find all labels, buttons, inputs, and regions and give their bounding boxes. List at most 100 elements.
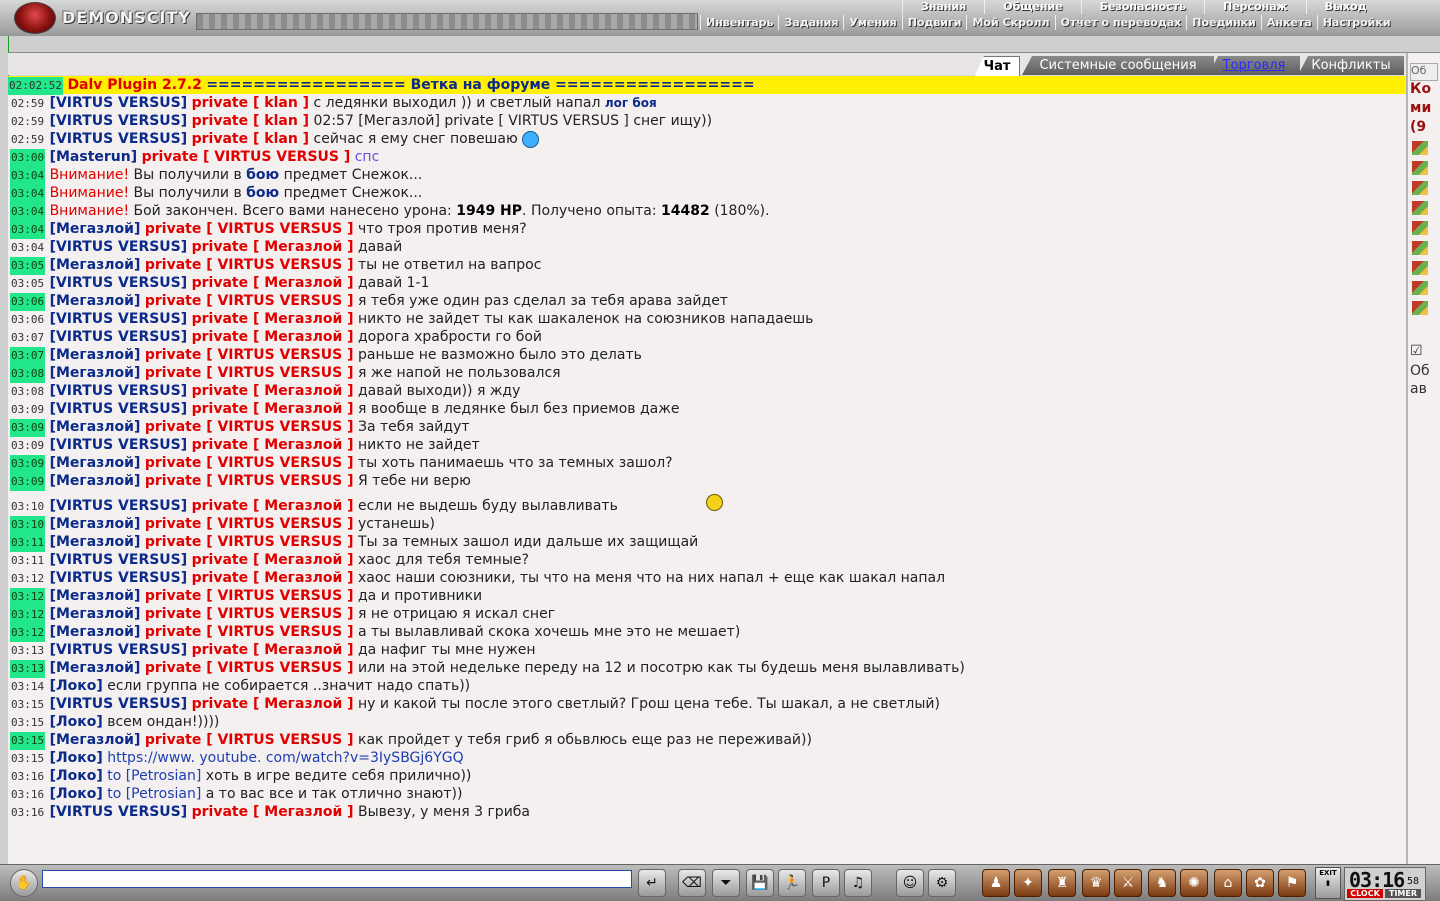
run-icon[interactable]: 🏃 (778, 869, 806, 897)
save-icon[interactable]: 💾 (746, 869, 774, 897)
tab-conflicts[interactable]: Конфликты (1298, 56, 1404, 75)
sender-name[interactable]: [Masterun] (50, 149, 138, 165)
sender-name[interactable]: [Мегазлой] (50, 516, 141, 532)
private-target[interactable]: private [ VIRTUS VERSUS ] (145, 516, 354, 532)
sound-icon[interactable]: ♫ (844, 869, 872, 897)
recipient-name[interactable]: to [Petrosian] (107, 786, 201, 802)
menu-achievements[interactable]: Подвиги (901, 15, 967, 30)
private-target[interactable]: private [ VIRTUS VERSUS ] (145, 365, 354, 381)
timer-toggle[interactable]: TIMER (1385, 889, 1421, 898)
menu-knowledge[interactable]: Знания (902, 0, 984, 14)
menu-communication[interactable]: Общение (984, 0, 1080, 14)
tab-system-messages[interactable]: Системные сообщения (1022, 56, 1214, 75)
action-8-icon[interactable]: ⌂ (1214, 869, 1242, 897)
message-link[interactable]: https://www. youtube. com/watch?v=3IySBG… (107, 750, 463, 766)
sender-name[interactable]: [Мегазлой] (50, 293, 141, 309)
player-status-icon[interactable] (1412, 201, 1428, 215)
timestamp[interactable]: 03:13 (10, 660, 46, 678)
timestamp[interactable]: 03:07 (10, 347, 46, 365)
timestamp[interactable]: 03:12 (10, 606, 46, 624)
clock-toggle[interactable]: CLOCK (1347, 889, 1383, 898)
battle-log-link[interactable]: лог боя (605, 96, 657, 110)
player-status-icon[interactable] (1412, 261, 1428, 275)
timestamp[interactable]: 03:10 (10, 498, 45, 516)
menu-exit[interactable]: Выход (1305, 0, 1385, 14)
panel-top-button[interactable]: Об (1410, 63, 1438, 81)
timestamp[interactable]: 03:04 (10, 203, 46, 221)
filter-icon[interactable]: ⏷ (712, 869, 740, 897)
private-target[interactable]: private [ Мегазлой ] (192, 311, 354, 327)
action-7-icon[interactable]: ✺ (1180, 869, 1208, 897)
private-target[interactable]: private [ Мегазлой ] (192, 696, 354, 712)
private-target[interactable]: private [ Мегазлой ] (192, 570, 354, 586)
sender-name[interactable]: [VIRTUS VERSUS] (50, 642, 188, 658)
eraser-icon[interactable]: ⌫ (678, 869, 706, 897)
sender-name[interactable]: [VIRTUS VERSUS] (50, 552, 188, 568)
timestamp[interactable]: 03:11 (10, 534, 46, 552)
menu-transfer-report[interactable]: Отчет о переводах (1054, 15, 1187, 30)
timestamp[interactable]: 03:12 (10, 588, 46, 606)
sender-name[interactable]: [Мегазлой] (50, 455, 141, 471)
timestamp[interactable]: 03:04 (10, 239, 45, 257)
chat-log[interactable]: 02:02:52 Dalv Plugin 2.7.2 =============… (8, 76, 1406, 864)
menu-my-scroll[interactable]: Мой Скролл (966, 15, 1054, 30)
action-5-icon[interactable]: ⚔ (1114, 869, 1142, 897)
menu-quests[interactable]: Задания (778, 15, 843, 30)
private-target[interactable]: private [ VIRTUS VERSUS ] (145, 257, 354, 273)
timestamp[interactable]: 03:15 (10, 696, 45, 714)
timestamp[interactable]: 03:09 (10, 419, 46, 437)
forum-thread-link[interactable]: ================= Ветка на форуме ======… (206, 77, 754, 93)
sender-name[interactable]: [Мегазлой] (50, 624, 141, 640)
timestamp[interactable]: 02:59 (10, 95, 45, 113)
private-target[interactable]: private [ klan ] (192, 95, 309, 111)
timestamp[interactable]: 03:14 (10, 678, 45, 696)
timestamp[interactable]: 03:15 (10, 750, 45, 768)
tab-chat[interactable]: Чат (974, 56, 1020, 77)
emoticon-icon[interactable]: ☺ (896, 869, 924, 897)
action-9-icon[interactable]: ✿ (1246, 869, 1274, 897)
private-target[interactable]: private [ Мегазлой ] (192, 383, 354, 399)
private-target[interactable]: private [ Мегазлой ] (192, 329, 354, 345)
menu-duels[interactable]: Поединки (1186, 15, 1261, 30)
sender-name[interactable]: [Мегазлой] (50, 732, 141, 748)
sender-name[interactable]: [Мегазлой] (50, 221, 141, 237)
private-target[interactable]: private [ Мегазлой ] (192, 642, 354, 658)
sender-name[interactable]: [Локо] (50, 768, 103, 784)
timestamp[interactable]: 02:59 (10, 131, 45, 149)
timestamp[interactable]: 03:12 (10, 570, 45, 588)
player-status-icon[interactable] (1412, 241, 1428, 255)
timestamp[interactable]: 03:15 (10, 714, 45, 732)
tab-trade[interactable]: Торговля (1208, 56, 1300, 75)
sender-name[interactable]: [VIRTUS VERSUS] (50, 437, 188, 453)
private-target[interactable]: private [ VIRTUS VERSUS ] (145, 588, 354, 604)
player-status-icon[interactable] (1412, 221, 1428, 235)
smile-menu-icon[interactable]: ✋ (10, 869, 38, 897)
timestamp[interactable]: 03:04 (10, 167, 46, 185)
private-target[interactable]: private [ Мегазлой ] (192, 498, 354, 514)
timestamp[interactable]: 02:59 (10, 113, 45, 131)
menu-settings[interactable]: Настройки (1316, 15, 1396, 30)
sender-name[interactable]: [Мегазлой] (50, 660, 141, 676)
timestamp[interactable]: 03:16 (10, 768, 45, 786)
timestamp[interactable]: 03:16 (10, 804, 45, 822)
private-icon[interactable]: P (812, 869, 840, 897)
private-target[interactable]: private [ VIRTUS VERSUS ] (145, 660, 354, 676)
timestamp[interactable]: 03:13 (10, 642, 45, 660)
exit-button[interactable]: EXIT ▮ (1315, 867, 1341, 899)
sender-name[interactable]: [Локо] (50, 678, 103, 694)
sender-name[interactable]: [Мегазлой] (50, 365, 141, 381)
timestamp[interactable]: 03:09 (10, 455, 46, 473)
private-target[interactable]: private [ Мегазлой ] (192, 552, 354, 568)
sender-name[interactable]: [VIRTUS VERSUS] (50, 383, 188, 399)
action-10-icon[interactable]: ⚑ (1278, 869, 1306, 897)
timestamp[interactable]: 03:04 (10, 221, 46, 239)
private-target[interactable]: private [ klan ] (192, 131, 309, 147)
sender-name[interactable]: [Локо] (50, 714, 103, 730)
private-target[interactable]: private [ VIRTUS VERSUS ] (145, 473, 354, 489)
player-status-icon[interactable] (1412, 281, 1428, 295)
sender-name[interactable]: [VIRTUS VERSUS] (50, 131, 188, 147)
sender-name[interactable]: [VIRTUS VERSUS] (50, 95, 188, 111)
action-6-icon[interactable]: ♞ (1148, 869, 1176, 897)
timestamp[interactable]: 03:15 (10, 732, 46, 750)
menu-profile[interactable]: Анкета (1260, 15, 1317, 30)
